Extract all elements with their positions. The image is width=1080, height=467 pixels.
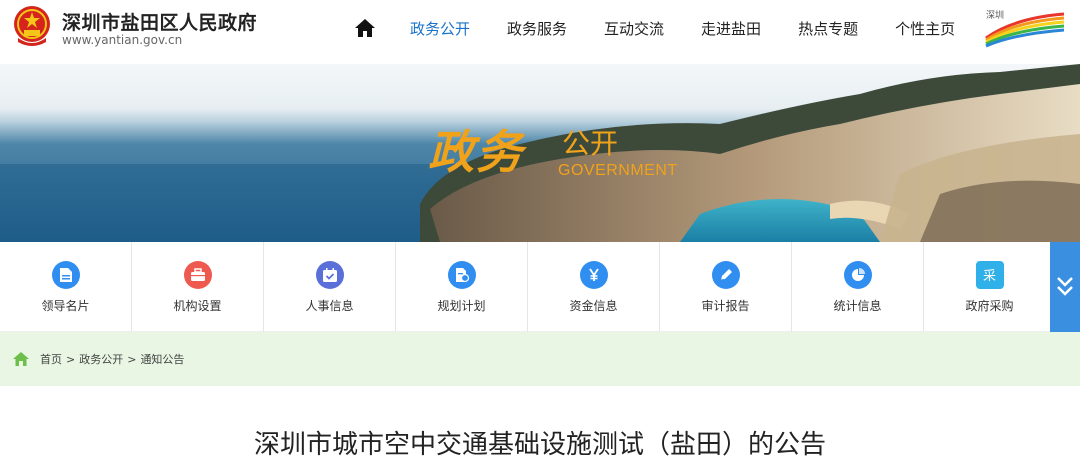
- purchase-icon: 采: [975, 260, 1004, 289]
- national-emblem-icon: [12, 4, 52, 48]
- banner-subtitle: GOVERNMENT: [558, 162, 678, 179]
- nav-item-interaction[interactable]: 互动交流: [604, 18, 664, 39]
- quick-link-label: 规划计划: [437, 298, 486, 313]
- nav-item-government-affairs[interactable]: 政务公开: [410, 18, 470, 39]
- nav-item-services[interactable]: 政务服务: [507, 18, 567, 39]
- coastline-photo: [0, 64, 1080, 242]
- breadcrumb-home[interactable]: 首页: [40, 351, 62, 367]
- document-icon: [51, 260, 80, 289]
- quick-links-bar: 领导名片 机构设置 人事信息 规划计划 资金信息 审计报告 统计信息 采 政府采…: [0, 242, 1080, 332]
- quick-link-statistics[interactable]: 统计信息: [792, 242, 924, 332]
- document-gear-icon: [447, 260, 476, 289]
- expand-quick-links-button[interactable]: [1050, 242, 1080, 332]
- breadcrumb-government-affairs[interactable]: 政务公开: [79, 351, 123, 367]
- article: 深圳市城市空中交通基础设施测试（盐田）的公告: [0, 386, 1080, 467]
- yuan-icon: [579, 260, 608, 289]
- quick-link-label: 统计信息: [833, 298, 882, 313]
- shenzhen-brand-logo: 深圳: [984, 8, 1066, 48]
- breadcrumb-separator: >: [127, 352, 137, 366]
- banner-title-plain: 公开: [562, 127, 619, 160]
- quick-link-personnel[interactable]: 人事信息: [264, 242, 396, 332]
- nav-item-hot-topics[interactable]: 热点专题: [798, 18, 858, 39]
- quick-link-procurement[interactable]: 采 政府采购: [924, 242, 1056, 332]
- nav-item-about-yantian[interactable]: 走进盐田: [701, 18, 761, 39]
- quick-link-funds[interactable]: 资金信息: [528, 242, 660, 332]
- pen-icon: [711, 260, 740, 289]
- site-title[interactable]: 深圳市盐田区人民政府: [62, 8, 257, 35]
- quick-link-label: 领导名片: [41, 298, 90, 313]
- site-header: 深圳市盐田区人民政府 www.yantian.gov.cn 政务公开 政务服务 …: [0, 0, 1080, 64]
- briefcase-icon: [183, 260, 212, 289]
- quick-link-planning[interactable]: 规划计划: [396, 242, 528, 332]
- main-nav: 政务公开 政务服务 互动交流 走进盐田 热点专题 个性主页: [350, 14, 992, 42]
- home-icon[interactable]: [12, 351, 30, 367]
- banner-title-calligraphy: 政务: [428, 125, 524, 179]
- svg-text:深圳: 深圳: [986, 10, 1004, 21]
- quick-link-label: 审计报告: [701, 298, 750, 313]
- quick-link-label: 资金信息: [569, 298, 618, 313]
- double-chevron-down-icon: [1057, 277, 1073, 296]
- quick-link-label: 机构设置: [173, 298, 222, 313]
- nav-item-personal-home[interactable]: 个性主页: [895, 18, 955, 39]
- breadcrumb-separator: >: [66, 352, 76, 366]
- pie-chart-icon: [843, 260, 872, 289]
- article-title: 深圳市城市空中交通基础设施测试（盐田）的公告: [253, 430, 826, 460]
- calendar-check-icon: [315, 260, 344, 289]
- quick-link-organization[interactable]: 机构设置: [132, 242, 264, 332]
- hero-banner: 政务 公开 GOVERNMENT: [0, 64, 1080, 242]
- quick-link-leader-profiles[interactable]: 领导名片: [0, 242, 132, 332]
- site-url: www.yantian.gov.cn: [62, 33, 183, 47]
- quick-link-label: 政府采购: [965, 298, 1014, 313]
- breadcrumb: 首页 > 政务公开 > 通知公告: [0, 332, 1080, 386]
- home-icon[interactable]: [350, 14, 380, 42]
- quick-link-label: 人事信息: [305, 298, 354, 313]
- breadcrumb-notices[interactable]: 通知公告: [140, 351, 184, 367]
- quick-link-audit[interactable]: 审计报告: [660, 242, 792, 332]
